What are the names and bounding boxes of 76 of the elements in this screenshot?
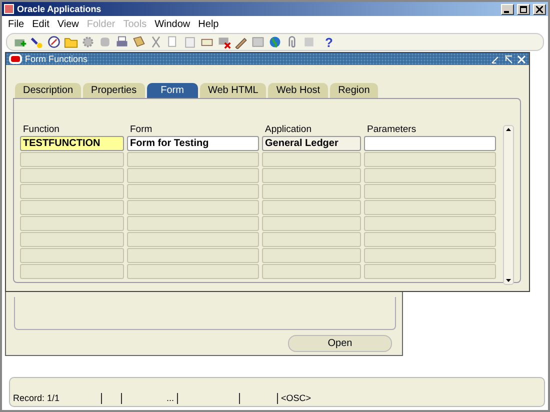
globe-icon[interactable]	[268, 35, 282, 49]
table-field[interactable]	[262, 168, 361, 183]
table-field[interactable]	[20, 264, 124, 279]
tab[interactable]: Web Host	[268, 83, 328, 98]
table-field[interactable]	[127, 200, 259, 215]
table-field[interactable]	[20, 152, 124, 167]
paste-icon[interactable]	[183, 35, 197, 49]
table-field[interactable]	[127, 168, 259, 183]
table-field[interactable]	[127, 152, 259, 167]
table-field[interactable]	[262, 216, 361, 231]
table-field[interactable]	[20, 200, 124, 215]
menu-item[interactable]: Help	[194, 18, 223, 30]
tab[interactable]: Region	[330, 83, 378, 98]
table-field[interactable]	[262, 200, 361, 215]
menu-item[interactable]: Window	[150, 18, 194, 30]
table-field[interactable]: Form for Testing	[127, 136, 259, 151]
menu-item[interactable]: Edit	[28, 18, 54, 30]
window-title: Oracle Applications	[17, 4, 102, 14]
close-icon[interactable]	[517, 54, 526, 64]
table-field[interactable]	[262, 184, 361, 199]
tab[interactable]: Properties	[83, 83, 145, 98]
gear-icon[interactable]	[81, 35, 95, 49]
menu-item[interactable]: File	[4, 18, 28, 30]
table-field[interactable]	[262, 264, 361, 279]
minimize-button[interactable]	[501, 4, 514, 14]
table-field[interactable]	[20, 248, 124, 263]
table-field[interactable]	[127, 216, 259, 231]
column-header: Function	[22, 125, 60, 135]
table-field[interactable]: TESTFUNCTION	[20, 136, 124, 151]
table-field[interactable]	[127, 232, 259, 247]
table-field[interactable]	[364, 232, 496, 247]
tab[interactable]: Web HTML	[200, 83, 266, 98]
oracle-icon	[9, 54, 22, 64]
table-field[interactable]	[364, 248, 496, 263]
pencil-icon[interactable]	[234, 35, 248, 49]
open-button[interactable]: Open	[288, 335, 392, 352]
table-field[interactable]	[262, 232, 361, 247]
table-field[interactable]	[20, 184, 124, 199]
form-title: Form Functions	[25, 54, 89, 64]
column-header: Application	[264, 125, 312, 135]
scrollbar[interactable]	[503, 125, 514, 285]
flashlight-icon[interactable]	[30, 35, 44, 49]
table-field[interactable]: General Ledger	[262, 136, 361, 151]
table-field[interactable]	[364, 184, 496, 199]
scroll-up-icon[interactable]	[505, 126, 512, 133]
app-icon	[4, 4, 14, 14]
record-count: Record: 1/1	[10, 393, 102, 404]
mode-indicator: <OSC>	[280, 393, 312, 404]
table-field[interactable]	[20, 232, 124, 247]
compass-icon[interactable]	[47, 35, 61, 49]
table-field[interactable]	[364, 136, 496, 151]
maximize-button[interactable]	[517, 4, 530, 14]
table-field[interactable]	[364, 216, 496, 231]
table-field[interactable]	[262, 152, 361, 167]
column-header: Parameters	[366, 125, 418, 135]
status-text: ...	[122, 393, 178, 404]
table-field[interactable]	[262, 248, 361, 263]
tab[interactable]: Form	[146, 83, 198, 98]
table-field[interactable]	[20, 216, 124, 231]
table-field[interactable]	[364, 200, 496, 215]
close-button[interactable]	[533, 4, 546, 14]
table-field[interactable]	[364, 168, 496, 183]
table-field[interactable]	[20, 168, 124, 183]
scroll-down-icon[interactable]	[505, 277, 512, 284]
printer-icon[interactable]	[115, 35, 129, 49]
table-field[interactable]	[364, 152, 496, 167]
delete-record-icon[interactable]	[217, 35, 231, 49]
menu-item[interactable]: View	[53, 18, 83, 30]
table-field[interactable]	[127, 264, 259, 279]
column-header: Form	[129, 125, 154, 135]
table-field[interactable]	[364, 264, 496, 279]
table-field[interactable]	[127, 248, 259, 263]
table-field[interactable]	[127, 184, 259, 199]
close-icon	[536, 6, 543, 12]
help-button[interactable]: ?	[325, 34, 333, 50]
tab[interactable]: Description	[15, 83, 82, 98]
